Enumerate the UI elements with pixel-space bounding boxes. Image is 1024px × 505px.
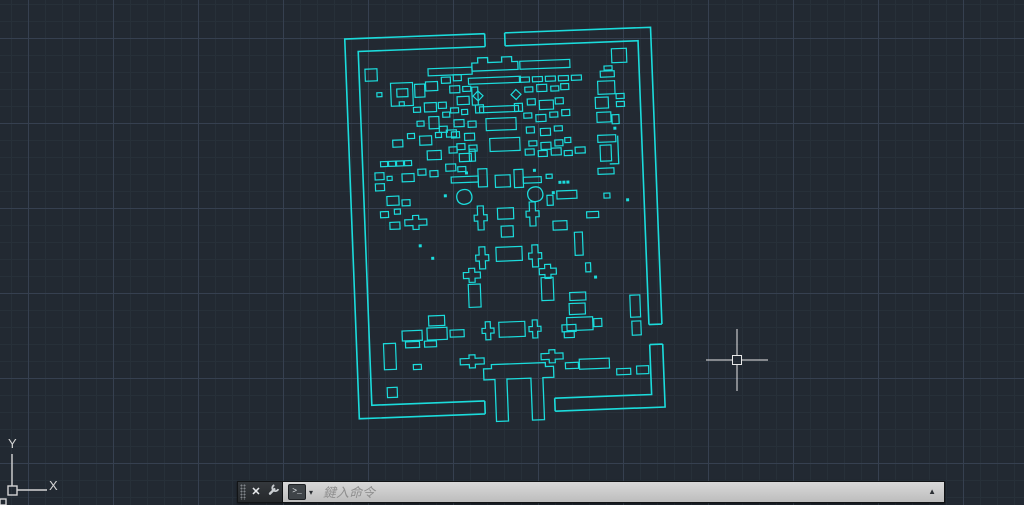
ucs-x-label: X [49, 478, 58, 493]
crosshair-cursor [706, 329, 768, 391]
recent-commands-dropdown-icon[interactable]: ▾ [309, 488, 313, 497]
ucs-y-label: Y [8, 436, 17, 451]
cad-viewport: Y X [0, 0, 1024, 505]
palace-plan-drawing [345, 27, 666, 426]
command-input[interactable] [321, 484, 944, 501]
drag-grip[interactable] [240, 484, 246, 500]
command-input-area[interactable]: >_ ▾ ▲ [282, 482, 944, 502]
command-bar-handle-group: ✕ [238, 482, 282, 502]
expand-command-history-icon[interactable]: ▲ [928, 488, 936, 496]
command-bar[interactable]: ✕ >_ ▾ ▲ [237, 481, 945, 503]
wrench-icon [267, 482, 281, 496]
ucs-icon: Y X [0, 436, 58, 505]
close-icon[interactable]: ✕ [248, 482, 264, 502]
origin-fragment [0, 499, 6, 505]
command-prompt-icon[interactable]: >_ [288, 484, 306, 500]
customize-wrench-icon[interactable] [266, 482, 282, 503]
model-space-canvas[interactable]: Y X ✕ >_ ▾ ▲ [0, 0, 1024, 505]
